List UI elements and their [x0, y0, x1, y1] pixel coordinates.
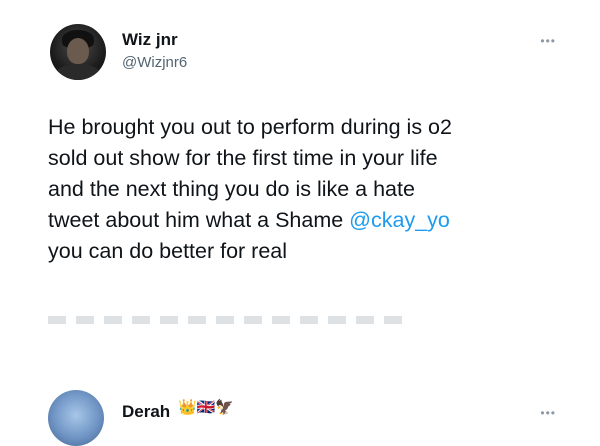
- tweet-text: He brought you out to perform during is …: [48, 112, 568, 267]
- reply-more-options-icon[interactable]: •••: [540, 406, 556, 420]
- avatar-shoulders: [54, 64, 102, 80]
- tweet-timestamp-blurred: [48, 316, 408, 324]
- reply-display-name[interactable]: Derah: [122, 402, 170, 422]
- reply-name-emojis: 👑🇬🇧🦅: [178, 399, 235, 416]
- display-name[interactable]: Wiz jnr: [122, 30, 178, 50]
- more-options-icon[interactable]: •••: [540, 34, 556, 48]
- mention-link[interactable]: @ckay_yo: [349, 208, 450, 232]
- reply-avatar[interactable]: [48, 390, 104, 446]
- reply-tweet: Derah 👑🇬🇧🦅 •••: [0, 380, 600, 446]
- avatar[interactable]: [50, 24, 106, 80]
- tweet-text-tail: you can do better for real: [48, 239, 288, 263]
- user-handle[interactable]: @Wizjnr6: [122, 54, 187, 71]
- avatar-face: [67, 38, 89, 64]
